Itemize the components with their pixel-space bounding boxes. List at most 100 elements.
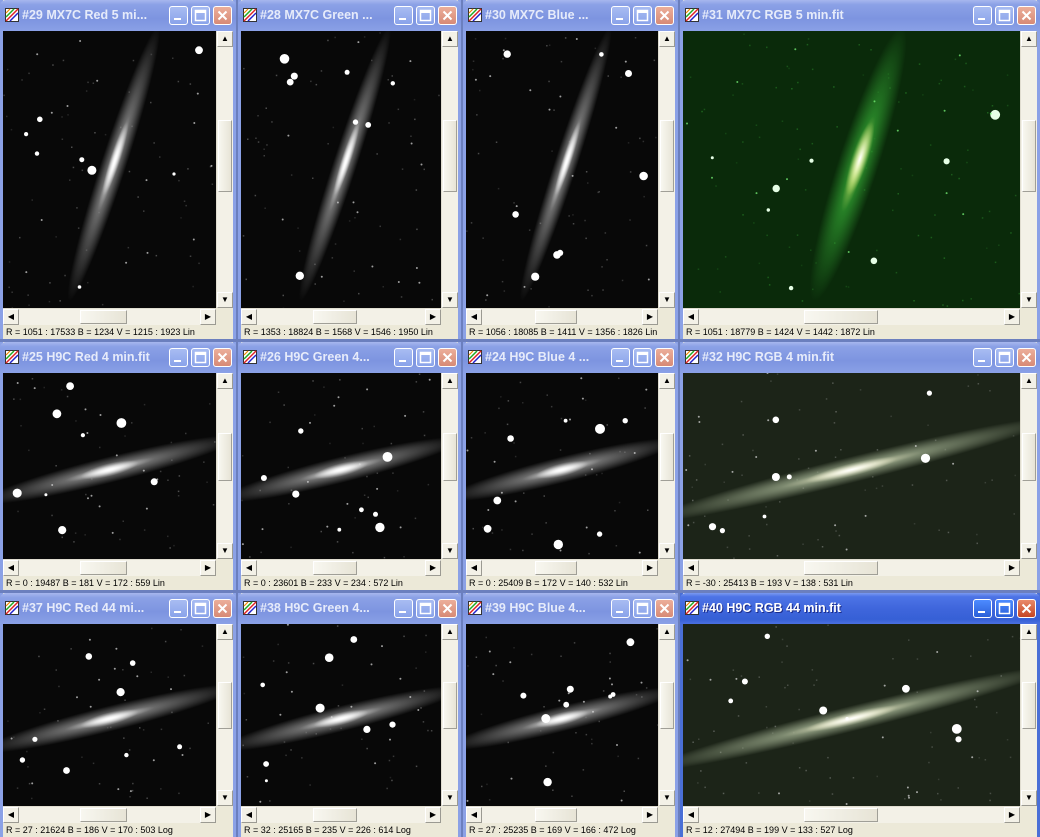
fits-image-view[interactable]: [683, 31, 1020, 308]
arrow-down-icon[interactable]: ▼: [442, 790, 458, 806]
maximize-button[interactable]: [416, 348, 435, 367]
arrow-right-icon[interactable]: ▶: [425, 560, 441, 576]
window-titlebar[interactable]: #37 H9C Red 44 mi...: [0, 593, 236, 624]
horizontal-scroll-thumb[interactable]: [313, 808, 357, 822]
maximize-button[interactable]: [633, 599, 652, 618]
image-window-icon[interactable]: [5, 8, 19, 22]
fits-image-view[interactable]: [241, 624, 441, 806]
arrow-left-icon[interactable]: ◀: [3, 309, 19, 325]
horizontal-scroll-thumb[interactable]: [804, 310, 878, 324]
arrow-down-icon[interactable]: ▼: [217, 292, 233, 308]
maximize-button[interactable]: [995, 599, 1014, 618]
arrow-left-icon[interactable]: ◀: [241, 309, 257, 325]
fits-image-view[interactable]: [3, 624, 216, 806]
image-window-icon[interactable]: [243, 8, 257, 22]
horizontal-scrollbar[interactable]: ◀ ▶: [241, 559, 441, 576]
horizontal-scroll-thumb[interactable]: [804, 808, 878, 822]
window-titlebar[interactable]: #32 H9C RGB 4 min.fit: [680, 342, 1040, 373]
maximize-button[interactable]: [995, 6, 1014, 25]
arrow-right-icon[interactable]: ▶: [642, 560, 658, 576]
fits-image-view[interactable]: [466, 624, 658, 806]
arrow-right-icon[interactable]: ▶: [200, 309, 216, 325]
window-titlebar[interactable]: #26 H9C Green 4...: [238, 342, 461, 373]
horizontal-scrollbar[interactable]: ◀ ▶: [466, 308, 658, 325]
minimize-button[interactable]: [169, 6, 188, 25]
arrow-left-icon[interactable]: ◀: [241, 807, 257, 823]
maximize-button[interactable]: [191, 6, 210, 25]
vertical-scroll-thumb[interactable]: [218, 433, 232, 481]
vertical-scrollbar[interactable]: ▲ ▼: [658, 373, 675, 559]
vertical-scroll-thumb[interactable]: [443, 433, 457, 481]
arrow-right-icon[interactable]: ▶: [642, 807, 658, 823]
horizontal-scrollbar[interactable]: ◀ ▶: [683, 308, 1020, 325]
image-window-w26[interactable]: #26 H9C Green 4... ▲ ▼ ◀ ▶ R = 0: 23601…: [238, 342, 461, 590]
vertical-scroll-thumb[interactable]: [660, 433, 674, 481]
image-window-w25[interactable]: #25 H9C Red 4 min.fit ▲ ▼ ◀ ▶ R = 0: 19…: [0, 342, 236, 590]
window-titlebar[interactable]: #24 H9C Blue 4 ...: [463, 342, 678, 373]
vertical-scrollbar[interactable]: ▲ ▼: [216, 31, 233, 308]
arrow-down-icon[interactable]: ▼: [442, 292, 458, 308]
arrow-down-icon[interactable]: ▼: [659, 790, 675, 806]
minimize-button[interactable]: [169, 348, 188, 367]
window-titlebar[interactable]: #38 H9C Green 4...: [238, 593, 461, 624]
arrow-right-icon[interactable]: ▶: [425, 807, 441, 823]
arrow-right-icon[interactable]: ▶: [200, 807, 216, 823]
arrow-up-icon[interactable]: ▲: [217, 373, 233, 389]
vertical-scroll-thumb[interactable]: [660, 682, 674, 729]
close-button[interactable]: [1017, 348, 1036, 367]
arrow-up-icon[interactable]: ▲: [1021, 373, 1037, 389]
image-window-w30[interactable]: #30 MX7C Blue ... ▲ ▼ ◀ ▶ R = 1056: 180…: [463, 0, 678, 339]
arrow-left-icon[interactable]: ◀: [466, 807, 482, 823]
horizontal-scroll-thumb[interactable]: [313, 310, 357, 324]
vertical-scrollbar[interactable]: ▲ ▼: [658, 624, 675, 806]
image-window-icon[interactable]: [243, 350, 257, 364]
arrow-left-icon[interactable]: ◀: [683, 807, 699, 823]
arrow-left-icon[interactable]: ◀: [683, 560, 699, 576]
close-button[interactable]: [213, 6, 232, 25]
maximize-button[interactable]: [191, 348, 210, 367]
vertical-scroll-thumb[interactable]: [218, 120, 232, 192]
image-window-w31[interactable]: #31 MX7C RGB 5 min.fit ▲ ▼ ◀ ▶ R = 1051 …: [680, 0, 1040, 339]
minimize-button[interactable]: [611, 599, 630, 618]
image-window-w37[interactable]: #37 H9C Red 44 mi... ▲ ▼ ◀ ▶ R = 27: 21…: [0, 593, 236, 837]
image-window-icon[interactable]: [468, 8, 482, 22]
image-window-icon[interactable]: [243, 601, 257, 615]
minimize-button[interactable]: [973, 348, 992, 367]
image-window-icon[interactable]: [685, 350, 699, 364]
maximize-button[interactable]: [191, 599, 210, 618]
arrow-left-icon[interactable]: ◀: [683, 309, 699, 325]
vertical-scrollbar[interactable]: ▲ ▼: [1020, 624, 1037, 806]
minimize-button[interactable]: [394, 6, 413, 25]
close-button[interactable]: [655, 348, 674, 367]
fits-image-view[interactable]: [3, 373, 216, 559]
window-titlebar[interactable]: #28 MX7C Green ...: [238, 0, 461, 31]
image-window-w40[interactable]: #40 H9C RGB 44 min.fit ▲ ▼ ◀ ▶ R = 12: …: [680, 593, 1040, 837]
minimize-button[interactable]: [973, 599, 992, 618]
minimize-button[interactable]: [611, 348, 630, 367]
arrow-left-icon[interactable]: ◀: [466, 560, 482, 576]
horizontal-scroll-thumb[interactable]: [313, 561, 357, 575]
arrow-left-icon[interactable]: ◀: [466, 309, 482, 325]
arrow-right-icon[interactable]: ▶: [1004, 309, 1020, 325]
close-button[interactable]: [655, 599, 674, 618]
minimize-button[interactable]: [169, 599, 188, 618]
vertical-scroll-thumb[interactable]: [1022, 682, 1036, 729]
horizontal-scrollbar[interactable]: ◀ ▶: [3, 806, 216, 823]
fits-image-view[interactable]: [466, 31, 658, 308]
image-window-icon[interactable]: [5, 350, 19, 364]
close-button[interactable]: [655, 6, 674, 25]
arrow-right-icon[interactable]: ▶: [1004, 807, 1020, 823]
minimize-button[interactable]: [973, 6, 992, 25]
horizontal-scroll-thumb[interactable]: [80, 808, 127, 822]
window-titlebar[interactable]: #39 H9C Blue 4...: [463, 593, 678, 624]
arrow-up-icon[interactable]: ▲: [442, 624, 458, 640]
minimize-button[interactable]: [394, 599, 413, 618]
close-button[interactable]: [1017, 6, 1036, 25]
arrow-down-icon[interactable]: ▼: [659, 543, 675, 559]
arrow-up-icon[interactable]: ▲: [217, 624, 233, 640]
arrow-left-icon[interactable]: ◀: [3, 560, 19, 576]
window-titlebar[interactable]: #40 H9C RGB 44 min.fit: [680, 593, 1040, 624]
arrow-down-icon[interactable]: ▼: [217, 543, 233, 559]
vertical-scroll-thumb[interactable]: [443, 120, 457, 192]
vertical-scroll-thumb[interactable]: [443, 682, 457, 729]
